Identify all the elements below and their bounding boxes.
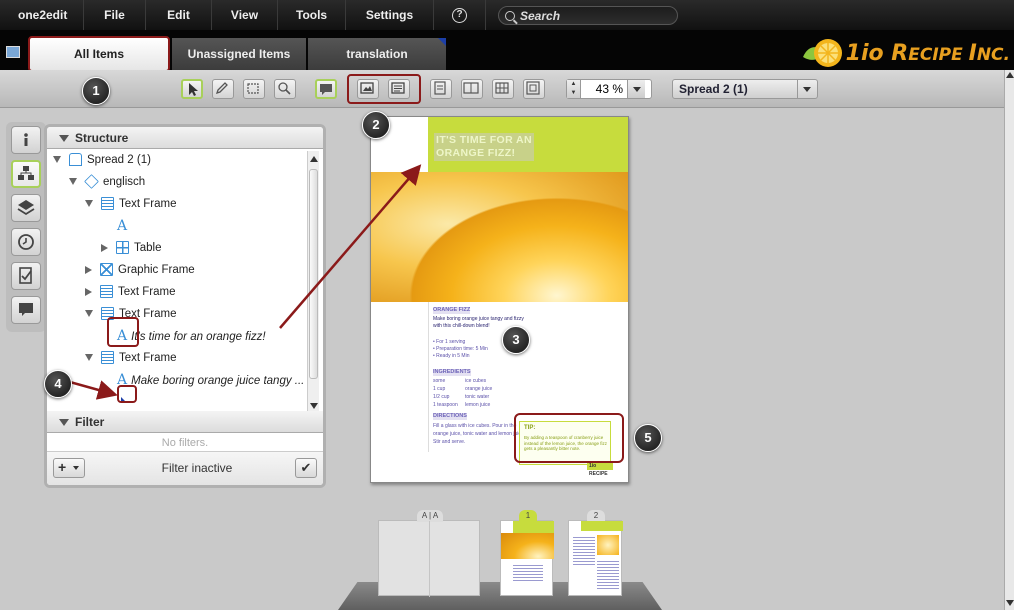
arrow-to-headline bbox=[279, 164, 422, 329]
callout-1: 1 bbox=[82, 77, 110, 105]
callout-2: 2 bbox=[362, 111, 390, 139]
arrow-to-overset bbox=[69, 380, 118, 400]
master-page-thumbnail[interactable]: A | A bbox=[378, 510, 480, 597]
callout-5: 5 bbox=[634, 424, 662, 452]
page-1-thumbnail[interactable]: 1 bbox=[500, 510, 554, 596]
master-page-label: A | A bbox=[417, 510, 443, 522]
callout-4: 4 bbox=[44, 370, 72, 398]
callout-3: 3 bbox=[502, 326, 530, 354]
page-2-thumbnail[interactable]: 2 bbox=[568, 510, 623, 596]
annotation-arrows bbox=[69, 164, 422, 400]
